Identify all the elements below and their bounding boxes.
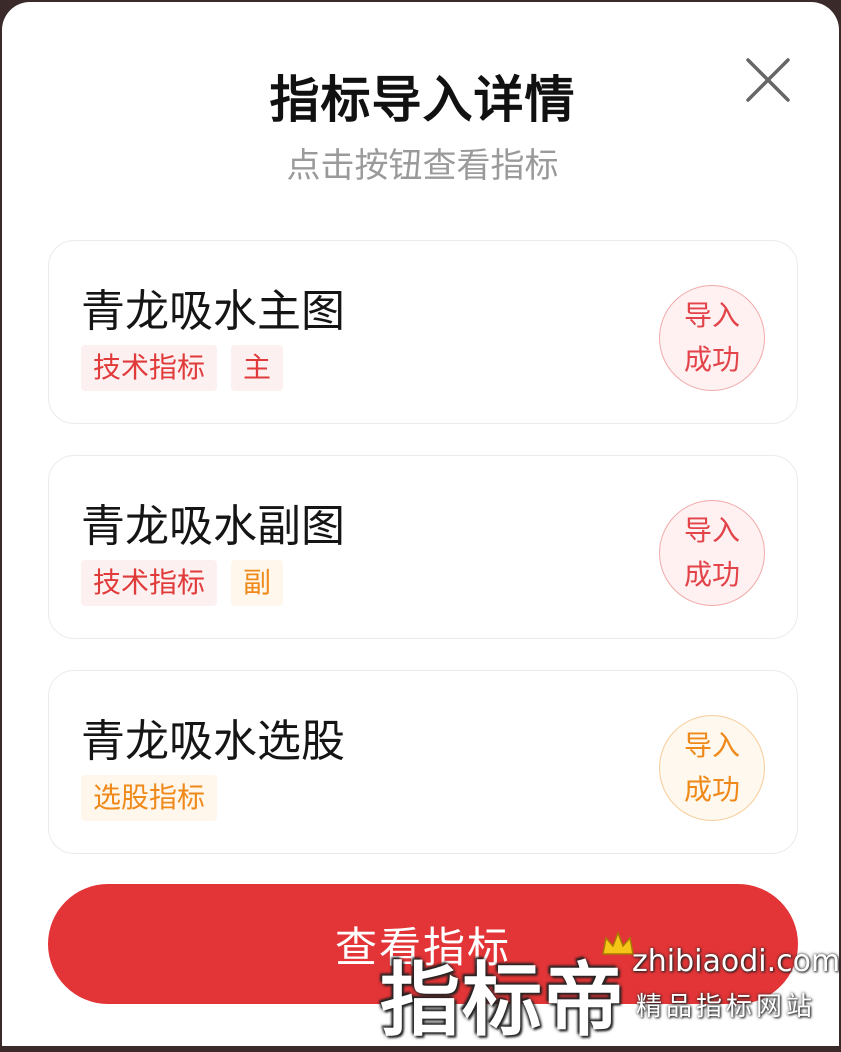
indicator-tags: 选股指标 — [81, 775, 218, 821]
indicator-name: 青龙吸水主图 — [81, 286, 345, 337]
watermark: 指标帝 zhibiaodi.com 精品指标网站 — [380, 930, 841, 1047]
crown-icon — [602, 930, 634, 955]
import-details-dialog: 指标导入详情 点击按钮查看指标 青龙吸水主图 技术指标 主 导入 成功 青龙吸水… — [2, 2, 839, 1046]
dialog-subtitle: 点击按钮查看指标 — [286, 146, 559, 186]
status-badge-line1: 导入 — [683, 729, 740, 762]
status-badge-line1: 导入 — [683, 514, 740, 547]
dialog-title: 指标导入详情 — [269, 71, 576, 129]
close-icon — [746, 58, 790, 102]
indicator-card: 青龙吸水主图 技术指标 主 导入 成功 — [48, 240, 798, 424]
tag-chart-type: 副 — [231, 560, 284, 606]
status-badge-line2: 成功 — [683, 558, 740, 591]
tag-chart-type: 主 — [231, 345, 284, 391]
status-badge-line2: 成功 — [683, 773, 740, 806]
indicator-name: 青龙吸水副图 — [81, 501, 345, 552]
indicator-name: 青龙吸水选股 — [81, 716, 345, 767]
status-badge: 导入 成功 — [659, 715, 765, 821]
indicator-tags: 技术指标 副 — [81, 560, 284, 606]
watermark-url: zhibiaodi.com — [632, 944, 841, 979]
status-badge: 导入 成功 — [659, 285, 765, 391]
tag-category: 选股指标 — [81, 775, 218, 821]
indicator-card: 青龙吸水选股 选股指标 导入 成功 — [48, 670, 798, 854]
watermark-slogan: 精品指标网站 — [636, 992, 817, 1022]
close-button[interactable] — [742, 54, 794, 106]
tag-category: 技术指标 — [81, 345, 218, 391]
tag-category: 技术指标 — [81, 560, 218, 606]
status-badge: 导入 成功 — [659, 500, 765, 606]
status-badge-line1: 导入 — [683, 299, 740, 332]
indicator-card: 青龙吸水副图 技术指标 副 导入 成功 — [48, 455, 798, 639]
status-badge-line2: 成功 — [683, 343, 740, 376]
indicator-tags: 技术指标 主 — [81, 345, 284, 391]
watermark-brand: 指标帝 — [380, 954, 626, 1047]
